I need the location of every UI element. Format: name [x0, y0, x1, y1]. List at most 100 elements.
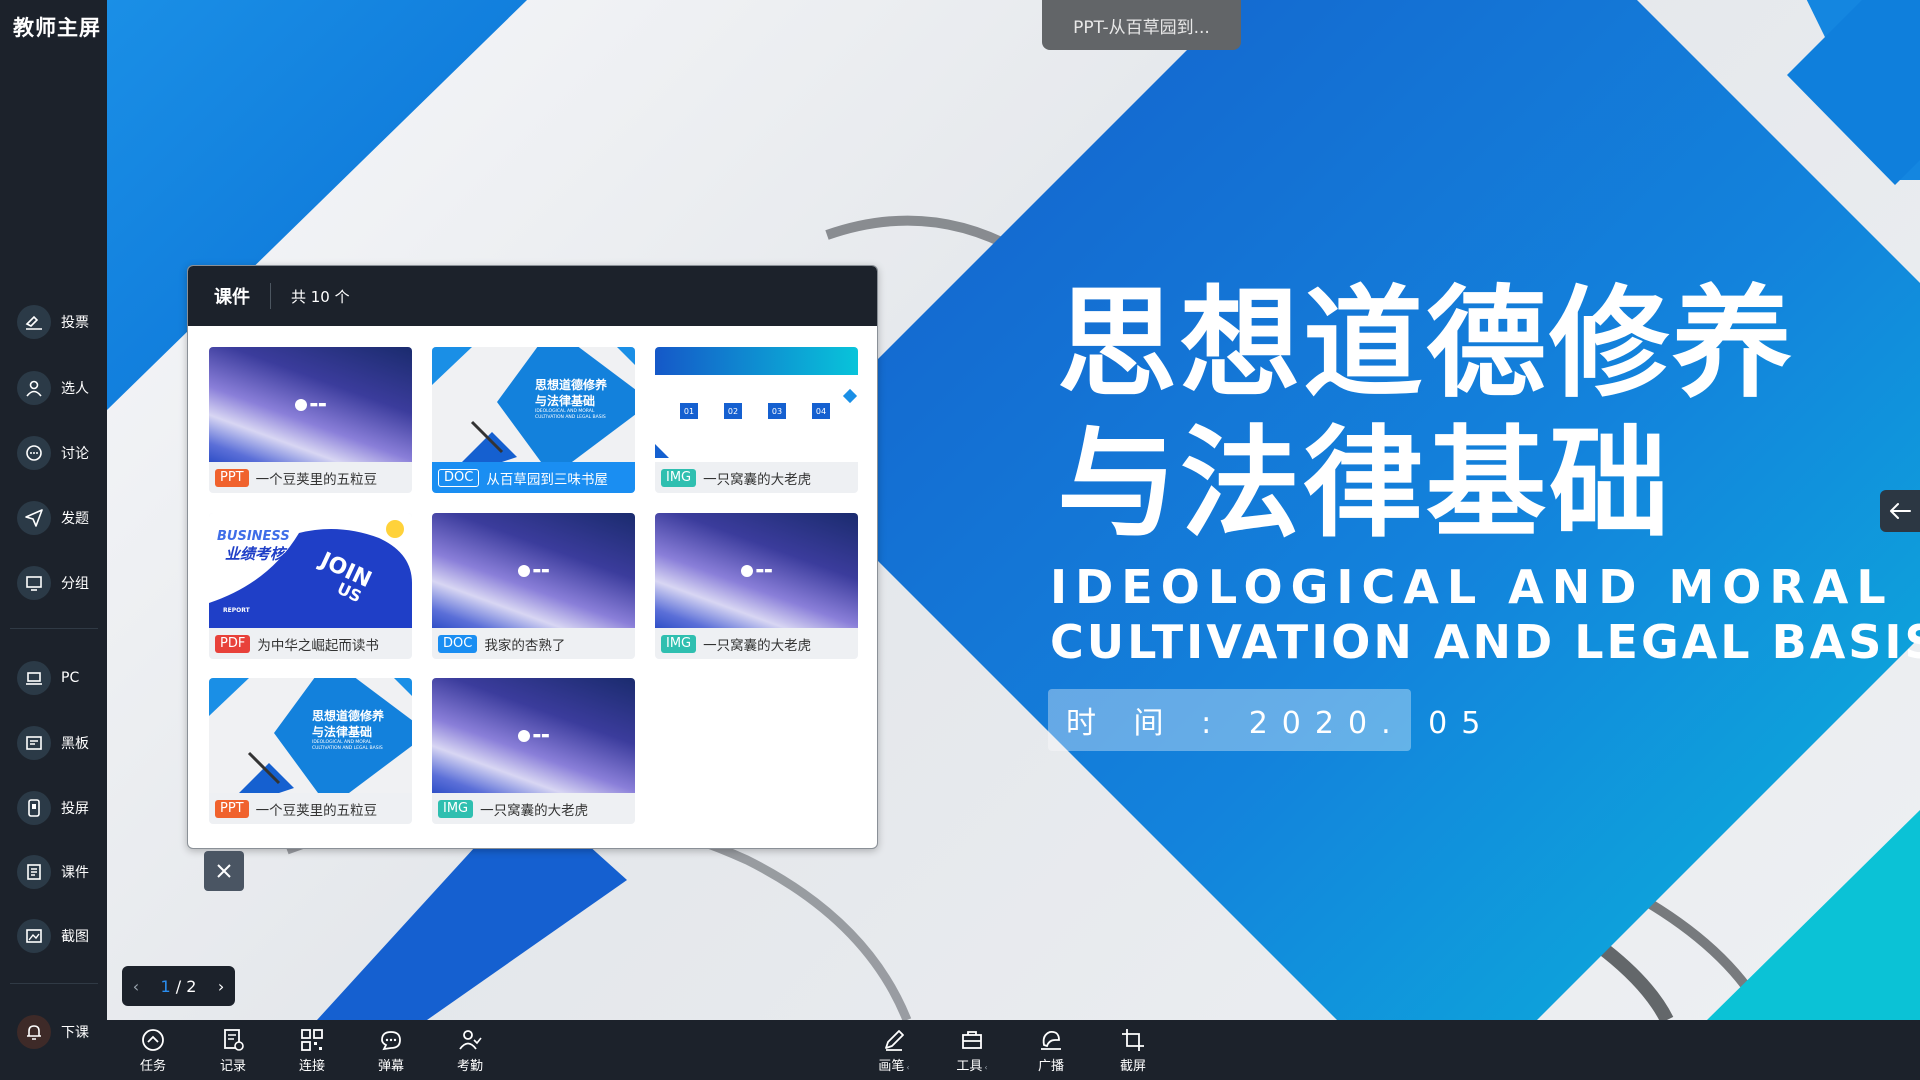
slide-title: 思想道德修养 与法律基础 — [1057, 275, 1795, 555]
toolbox-icon — [962, 1030, 982, 1049]
tools-label: 工具 — [956, 1058, 983, 1074]
sidebar-item-pc[interactable]: PC — [0, 652, 107, 704]
sidebar: 教师主屏 投票 选人 讨论 发题 分组 PC 黑板 投屏 课件 截图 下课 — [0, 0, 107, 1080]
brand-logo-icon: ▬▬ — [294, 398, 327, 411]
send-icon — [17, 501, 51, 535]
slide-subtitle-line2: CULTIVATION AND LEGAL BASIS — [1050, 615, 1920, 669]
tools-button[interactable]: 工具 ‹ — [942, 1020, 1002, 1080]
sidebar-item-discuss[interactable]: 讨论 — [0, 427, 107, 479]
pen-button[interactable]: 画笔 ‹ — [864, 1020, 924, 1080]
cover-title-line2: 与法律基础 — [535, 394, 596, 408]
broadcast-button[interactable]: 广播 — [1021, 1020, 1081, 1080]
sidebar-item-pick-student[interactable]: 选人 — [0, 362, 107, 414]
courseware-thumbnail: 01 02 03 04 — [655, 347, 858, 462]
header-divider — [270, 283, 271, 309]
end-class-button[interactable]: 下课 — [0, 1006, 107, 1058]
brand-logo-icon: ▬▬ — [517, 729, 550, 742]
courseware-thumbnail: ▬▬ — [209, 347, 412, 462]
record-label: 记录 — [219, 1058, 246, 1074]
crop-screen-button[interactable]: 截屏 — [1103, 1020, 1163, 1080]
expand-panel-button[interactable] — [1880, 490, 1920, 532]
danmu-label: 弹幕 — [377, 1058, 404, 1074]
total-pages: 2 — [186, 976, 197, 996]
slide-title-line1: 思想道德修养 — [1057, 275, 1795, 414]
biz-title-line2: 业绩考核 — [225, 545, 286, 563]
laptop-icon — [17, 661, 51, 695]
sidebar-item-label: 发题 — [61, 511, 89, 527]
courseware-card[interactable]: BUSINESS 业绩考核 JOIN US REPORT PDF 为中华之崛起而读… — [209, 513, 412, 659]
slide-title-line2: 与法律基础 — [1057, 415, 1672, 554]
courseware-card[interactable]: ▬▬ PPT 一个豆荚里的五粒豆 — [209, 347, 412, 493]
sidebar-item-label: 投票 — [61, 315, 89, 331]
monitor-icon — [17, 566, 51, 600]
danmu-button[interactable]: 弹幕 — [361, 1020, 421, 1080]
courseware-card[interactable]: ▬▬ IMG 一只窝囊的大老虎 — [432, 678, 635, 824]
courseware-name: 一只窝囊的大老虎 — [480, 803, 589, 819]
sidebar-item-courseware[interactable]: 课件 — [0, 846, 107, 898]
sidebar-item-screenshot[interactable]: 截图 — [0, 910, 107, 962]
task-button[interactable]: 任务 — [123, 1020, 183, 1080]
courseware-panel-header: 课件 共 10 个 — [188, 266, 877, 326]
sidebar-item-vote[interactable]: 投票 — [0, 296, 107, 348]
courseware-name: 一只窝囊的大老虎 — [703, 638, 812, 654]
file-type-badge: IMG — [661, 635, 697, 653]
crop-screen-label: 截屏 — [1119, 1058, 1146, 1074]
current-page: 1 — [160, 976, 171, 996]
cast-icon — [17, 791, 51, 825]
app-title: 教师主屏 — [13, 16, 101, 40]
courseware-card[interactable]: 思想道德修养 与法律基础 IDEOLOGICAL AND MORAL CULTI… — [209, 678, 412, 824]
step-number: 03 — [768, 403, 786, 419]
sidebar-item-label: 选人 — [61, 381, 89, 397]
sidebar-item-label: 投屏 — [61, 801, 89, 817]
sidebar-item-send-question[interactable]: 发题 — [0, 492, 107, 544]
biz-report-text: REPORT — [223, 607, 250, 614]
attendance-button[interactable]: 考勤 — [440, 1020, 500, 1080]
attendance-icon — [459, 1029, 482, 1050]
cover-subtitle-line2: CULTIVATION AND LEGAL BASIS — [312, 746, 383, 751]
sidebar-item-label: 截图 — [61, 929, 89, 945]
courseware-thumbnail: ▬▬ — [432, 513, 635, 628]
close-panel-button[interactable] — [204, 851, 244, 891]
courseware-count: 共 10 个 — [291, 287, 350, 306]
file-type-badge: IMG — [438, 800, 474, 818]
blackboard-icon — [17, 726, 51, 760]
courseware-card-selected[interactable]: 思想道德修养 与法律基础 IDEOLOGICAL AND MORAL CULTI… — [432, 347, 635, 493]
connect-button[interactable]: 连接 — [282, 1020, 342, 1080]
arrow-left-icon — [1890, 503, 1911, 519]
biz-title-line1: BUSINESS — [217, 529, 290, 544]
chevron-left-icon[interactable]: ‹ — [133, 977, 139, 996]
sidebar-divider — [10, 983, 98, 984]
courseware-name: 一个豆荚里的五粒豆 — [255, 472, 378, 488]
step-number: 04 — [812, 403, 830, 419]
record-button[interactable]: 记录 — [203, 1020, 263, 1080]
chat-icon — [17, 436, 51, 470]
document-tab[interactable]: PPT-从百草园到... — [1042, 0, 1241, 50]
bell-icon — [17, 1015, 51, 1049]
courseware-card[interactable]: 01 02 03 04 IMG 一只窝囊的大老虎 — [655, 347, 858, 493]
brand-logo-icon: ▬▬ — [517, 564, 550, 577]
sidebar-item-group[interactable]: 分组 — [0, 557, 107, 609]
courseware-card[interactable]: ▬▬ DOC 我家的杏熟了 — [432, 513, 635, 659]
sidebar-item-cast[interactable]: 投屏 — [0, 782, 107, 834]
file-type-badge: IMG — [661, 469, 697, 487]
broadcast-icon — [1041, 1030, 1061, 1050]
chevron-left-icon: ‹ — [984, 1062, 988, 1072]
record-icon — [224, 1028, 244, 1051]
courseware-panel: 课件 共 10 个 ▬▬ PPT 一个豆荚里的五粒豆 思想道德修养 与法律基础 I… — [187, 265, 878, 849]
courseware-card[interactable]: ▬▬ IMG 一只窝囊的大老虎 — [655, 513, 858, 659]
page-pager: ‹ 1 / 2 › — [122, 966, 235, 1006]
courseware-name: 为中华之崛起而读书 — [257, 638, 379, 654]
file-type-badge: PPT — [215, 800, 249, 818]
chevron-right-icon[interactable]: › — [218, 977, 224, 996]
attendance-label: 考勤 — [456, 1058, 483, 1074]
connect-label: 连接 — [298, 1058, 325, 1074]
task-label: 任务 — [139, 1058, 166, 1074]
file-type-badge: DOC — [438, 469, 480, 487]
courseware-thumbnail: BUSINESS 业绩考核 JOIN US REPORT — [209, 513, 412, 628]
courseware-icon — [17, 855, 51, 889]
cover-title-line1: 思想道德修养 — [535, 378, 608, 392]
danmu-icon — [381, 1030, 401, 1050]
sidebar-item-blackboard[interactable]: 黑板 — [0, 717, 107, 769]
brand-logo-icon: ▬▬ — [740, 564, 773, 577]
slide-date: 时 间 : 2020. 05 — [1048, 689, 1480, 751]
